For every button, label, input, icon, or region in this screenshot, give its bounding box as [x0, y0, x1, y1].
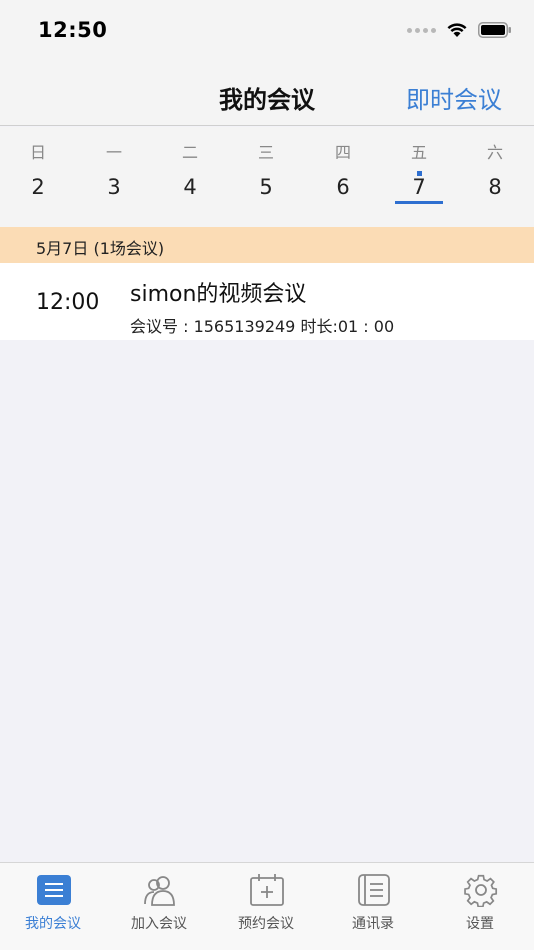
status-icons — [407, 22, 512, 38]
week-strip: 日 2 一 3 二 4 三 5 四 6 五 7 六 8 — [0, 127, 534, 227]
selected-day-underline — [395, 201, 443, 204]
tab-label: 加入会议 — [106, 913, 212, 933]
contacts-icon — [356, 873, 392, 907]
navigation-bar: 我的会议 即时会议 — [0, 64, 534, 126]
day-number: 8 — [465, 175, 525, 199]
tab-settings[interactable]: 设置 — [427, 863, 533, 950]
date-header-label: 5月7日 (1场会议) — [36, 235, 164, 259]
day-number: 3 — [84, 175, 144, 199]
status-time: 12:50 — [38, 18, 107, 42]
day-number: 2 — [8, 175, 68, 199]
day-name: 四 — [313, 139, 373, 163]
calendar-add-icon — [249, 873, 285, 907]
status-bar: 12:50 — [0, 0, 534, 64]
tab-label: 预约会议 — [213, 913, 319, 933]
day-name: 三 — [236, 139, 296, 163]
day-name: 一 — [84, 139, 144, 163]
meeting-details: 会议号 : 1565139249 时长:01 : 00 — [130, 313, 394, 337]
battery-icon — [478, 22, 512, 38]
wifi-icon — [446, 22, 468, 38]
tab-my-meetings[interactable]: 我的会议 — [0, 863, 106, 950]
day-number: 7 — [389, 175, 449, 199]
day-thursday[interactable]: 四 6 — [313, 127, 373, 227]
day-name: 六 — [465, 139, 525, 163]
people-icon — [142, 873, 178, 907]
meeting-title: simon的视频会议 — [130, 276, 306, 308]
list-icon — [36, 873, 72, 907]
tab-label: 我的会议 — [0, 913, 106, 933]
instant-meeting-button[interactable]: 即时会议 — [406, 80, 502, 115]
day-monday[interactable]: 一 3 — [84, 127, 144, 227]
day-number: 5 — [236, 175, 296, 199]
tab-schedule-meeting[interactable]: 预约会议 — [213, 863, 319, 950]
day-tuesday[interactable]: 二 4 — [160, 127, 220, 227]
meeting-time: 12:00 — [36, 290, 99, 315]
day-friday-selected[interactable]: 五 7 — [389, 127, 449, 227]
day-sunday[interactable]: 日 2 — [8, 127, 68, 227]
cellular-signal-icon — [407, 28, 436, 33]
day-name: 日 — [8, 139, 68, 163]
day-name: 二 — [160, 139, 220, 163]
day-number: 6 — [313, 175, 373, 199]
tab-label: 通讯录 — [320, 913, 426, 933]
tab-contacts[interactable]: 通讯录 — [320, 863, 426, 950]
gear-icon — [463, 873, 499, 907]
day-wednesday[interactable]: 三 5 — [236, 127, 296, 227]
tab-label: 设置 — [427, 913, 533, 933]
tab-bar: 我的会议 加入会议 预约会议 通讯录 — [0, 862, 534, 950]
day-saturday[interactable]: 六 8 — [465, 127, 525, 227]
date-section-header: 5月7日 (1场会议) — [0, 227, 534, 263]
day-name: 五 — [389, 139, 449, 163]
meeting-list-item[interactable]: 12:00 simon的视频会议 会议号 : 1565139249 时长:01 … — [0, 263, 534, 340]
tab-join-meeting[interactable]: 加入会议 — [106, 863, 212, 950]
day-number: 4 — [160, 175, 220, 199]
